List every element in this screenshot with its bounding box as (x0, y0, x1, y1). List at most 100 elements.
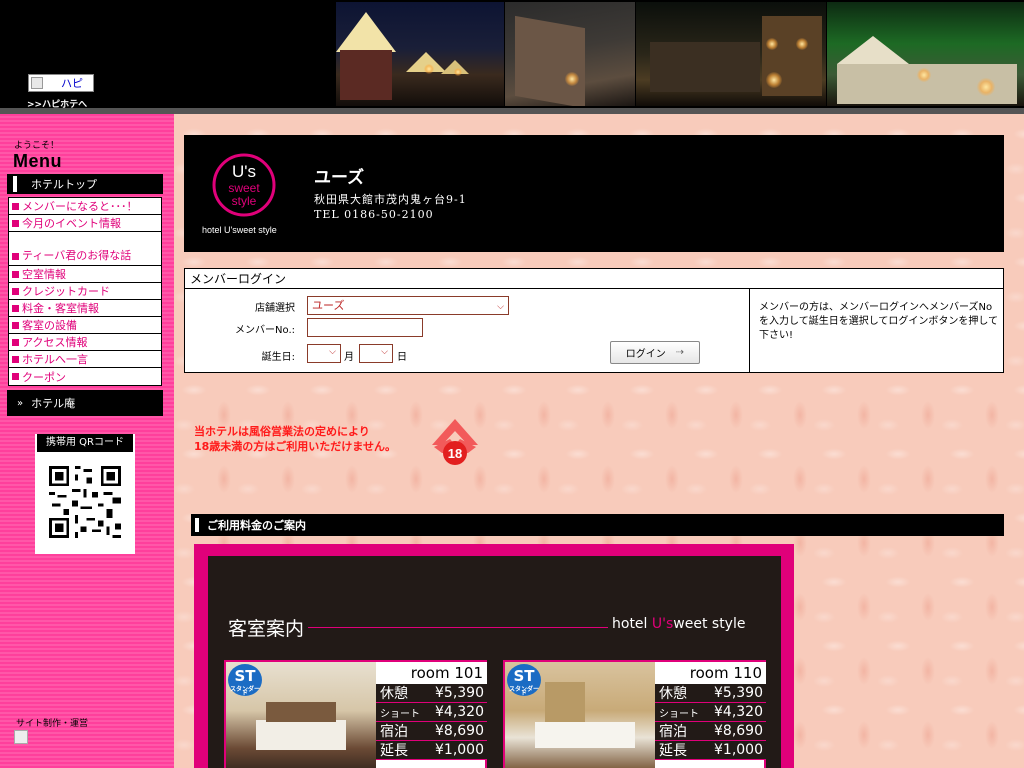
member-no-label: メンバーNo.: (235, 325, 295, 336)
sidebar-hotel-an-label: ホテル庵 (31, 397, 76, 410)
price-panel: 客室案内 hotel U'sweet style ST スタンダード room 1… (208, 556, 781, 768)
sidebar-item-credit-card[interactable]: クレジットカード (9, 283, 161, 300)
sidebar-item-coupon[interactable]: クーポン (9, 368, 161, 385)
room-card: ST スタンダード room 101 休憩 ¥5,390 ショート ¥4,320 宿泊… (224, 660, 487, 768)
hapi-logo-link[interactable]: ハピ (28, 74, 94, 92)
login-button[interactable]: ログイン ⇢ (610, 341, 700, 364)
r18-badge-text: 18 (448, 446, 462, 461)
chevron-down-icon: ⌵ (381, 347, 388, 357)
sidebar-menu: メンバーになると･･･！ 今月のイベント情報 ティーバ君のお得な話 空室情報 ク… (8, 197, 162, 386)
member-no-input[interactable] (307, 318, 423, 337)
price-brand: hotel U'sweet style (612, 616, 745, 632)
rate-key: 休憩 (659, 686, 687, 702)
qr-code-box: 携帯用 QRコード (35, 434, 135, 554)
shop-select[interactable]: ユーズ ⌵ (307, 296, 509, 315)
square-bullet-icon (12, 219, 19, 227)
login-button-label: ログイン (625, 349, 666, 360)
rate-value: ¥5,390 (435, 685, 484, 701)
birth-month-select[interactable]: ⌵ (307, 344, 341, 363)
sidebar-item-teeba[interactable]: ティーバ君のお得な話 (9, 232, 161, 266)
rate-row: 宿泊 ¥8,690 (376, 722, 487, 741)
sidebar-item-label: クレジットカード (22, 285, 110, 298)
rate-key: 休憩 (380, 686, 408, 702)
sidebar-item-prices[interactable]: 料金・客室情報 (9, 300, 161, 317)
room-name: room 110 (655, 662, 766, 684)
square-bullet-icon (12, 355, 19, 363)
sidebar-hotel-top[interactable]: ホテルトップ (7, 174, 163, 194)
square-bullet-icon (12, 338, 19, 346)
qr-code-image (49, 466, 121, 538)
sidebar-item-vacancy[interactable]: 空室情報 (9, 266, 161, 283)
room-name: room 101 (376, 662, 487, 684)
hotel-address: 秋田県大館市茂内鬼ヶ台9-1 (314, 193, 467, 206)
room-type-badge-sub: スタンダード (508, 686, 539, 697)
room-type-badge-text: ST (234, 667, 256, 685)
double-chevron-icon: » (17, 397, 24, 409)
rate-row: 休憩 ¥5,390 (655, 684, 766, 703)
square-bullet-icon (12, 373, 19, 380)
sidebar-item-equipment[interactable]: 客室の設備 (9, 317, 161, 334)
rate-row: 延長 ¥1,000 (376, 741, 487, 760)
rate-value: ¥4,320 (435, 704, 484, 720)
rate-value: ¥8,690 (714, 723, 763, 739)
rate-value: ¥4,320 (714, 704, 763, 720)
square-bullet-icon (12, 202, 19, 210)
arrow-right-icon: ⇢ (675, 347, 685, 358)
qr-label: 携帯用 QRコード (37, 434, 133, 452)
rate-value: ¥8,690 (435, 723, 484, 739)
sidebar-item-message[interactable]: ホテルへ一言 (9, 351, 161, 368)
welcome-text: ようこそ！ (14, 141, 60, 151)
sidebar-item-label: メンバーになると･･･！ (22, 200, 138, 213)
sidebar-item-member-benefits[interactable]: メンバーになると･･･！ (9, 198, 161, 215)
hotel-photo-1 (336, 2, 504, 106)
chevron-down-icon: ⌵ (329, 347, 336, 357)
sidebar-item-events[interactable]: 今月のイベント情報 (9, 215, 161, 232)
brand-suffix: weet style (673, 616, 746, 632)
logo-text-sweet: sweet (228, 181, 260, 195)
hotel-logo: U's sweet style hotel U'sweet style (202, 153, 277, 235)
room-type-badge: ST スタンダード (507, 664, 541, 697)
rate-row: 休憩 ¥5,390 (376, 684, 487, 703)
sidebar-item-access[interactable]: アクセス情報 (9, 334, 161, 351)
rate-row: ショート ¥4,320 (655, 703, 766, 722)
birthday-label: 誕生日: (261, 352, 295, 363)
square-bullet-icon (12, 304, 19, 312)
sidebar-item-label: 料金・客室情報 (22, 302, 99, 315)
sidebar-item-label: 今月のイベント情報 (22, 217, 121, 230)
price-divider (308, 627, 608, 628)
hotel-name: ユーズ (314, 168, 365, 188)
rate-key: 宿泊 (380, 724, 408, 740)
age-warning-line1: 当ホテルは風俗営業法の定めにより (194, 425, 370, 438)
hotel-tel: TEL 0186-50-2100 (314, 208, 434, 221)
section-marker (195, 518, 199, 532)
left-sidebar: ようこそ！ Menu ホテルトップ メンバーになると･･･！ 今月のイベント情報… (0, 114, 174, 768)
square-bullet-icon (12, 253, 19, 260)
price-frame: 客室案内 hotel U'sweet style ST スタンダード room 1… (194, 544, 794, 768)
sidebar-item-label: アクセス情報 (22, 336, 88, 349)
rate-value: ¥1,000 (435, 742, 484, 758)
room-type-badge-sub: スタンダード (229, 686, 260, 697)
hotel-header: U's sweet style hotel U'sweet style ユーズ … (184, 135, 1004, 252)
hapi-logo-alt: ハピ (61, 77, 83, 90)
room-type-badge: ST スタンダード (228, 664, 262, 697)
login-title: メンバーログイン (185, 269, 1003, 289)
age-warning-line2: 18歳未満の方はご利用いただけません。 (194, 440, 396, 453)
login-form: 店舗選択 ユーズ ⌵ メンバーNo.: 誕生日: ⌵ 月 ⌵ 日 ログイン ⇢ (185, 289, 750, 373)
bar-marker (13, 176, 17, 192)
sidebar-item-label: 客室の設備 (22, 319, 77, 332)
room-rates: 休憩 ¥5,390 ショート ¥4,320 宿泊 ¥8,690 延長 ¥1,000 (376, 684, 487, 760)
room-type-badge-text: ST (513, 667, 535, 685)
login-note: メンバーの方は、メンバーログインへメンバーズNoを入力して誕生日を選択してログイ… (759, 302, 999, 341)
rate-value: ¥1,000 (714, 742, 763, 758)
shop-select-value: ユーズ (312, 299, 345, 312)
sidebar-hotel-an[interactable]: » ホテル庵 (7, 390, 163, 416)
sidebar-item-label: クーポン (22, 370, 66, 384)
birth-day-select[interactable]: ⌵ (359, 344, 393, 363)
member-login-box: メンバーログイン 店舗選択 ユーズ ⌵ メンバーNo.: 誕生日: ⌵ 月 ⌵ … (184, 268, 1004, 373)
sidebar-item-label: ティーバ君のお得な話 (22, 249, 132, 262)
logo-caption: hotel U'sweet style (202, 225, 277, 235)
room-card: ST スタンダード room 110 休憩 ¥5,390 ショート ¥4,320 宿泊… (503, 660, 766, 768)
credit-image[interactable] (14, 730, 114, 750)
logo-text-style: style (232, 194, 257, 208)
rate-row: 宿泊 ¥8,690 (655, 722, 766, 741)
